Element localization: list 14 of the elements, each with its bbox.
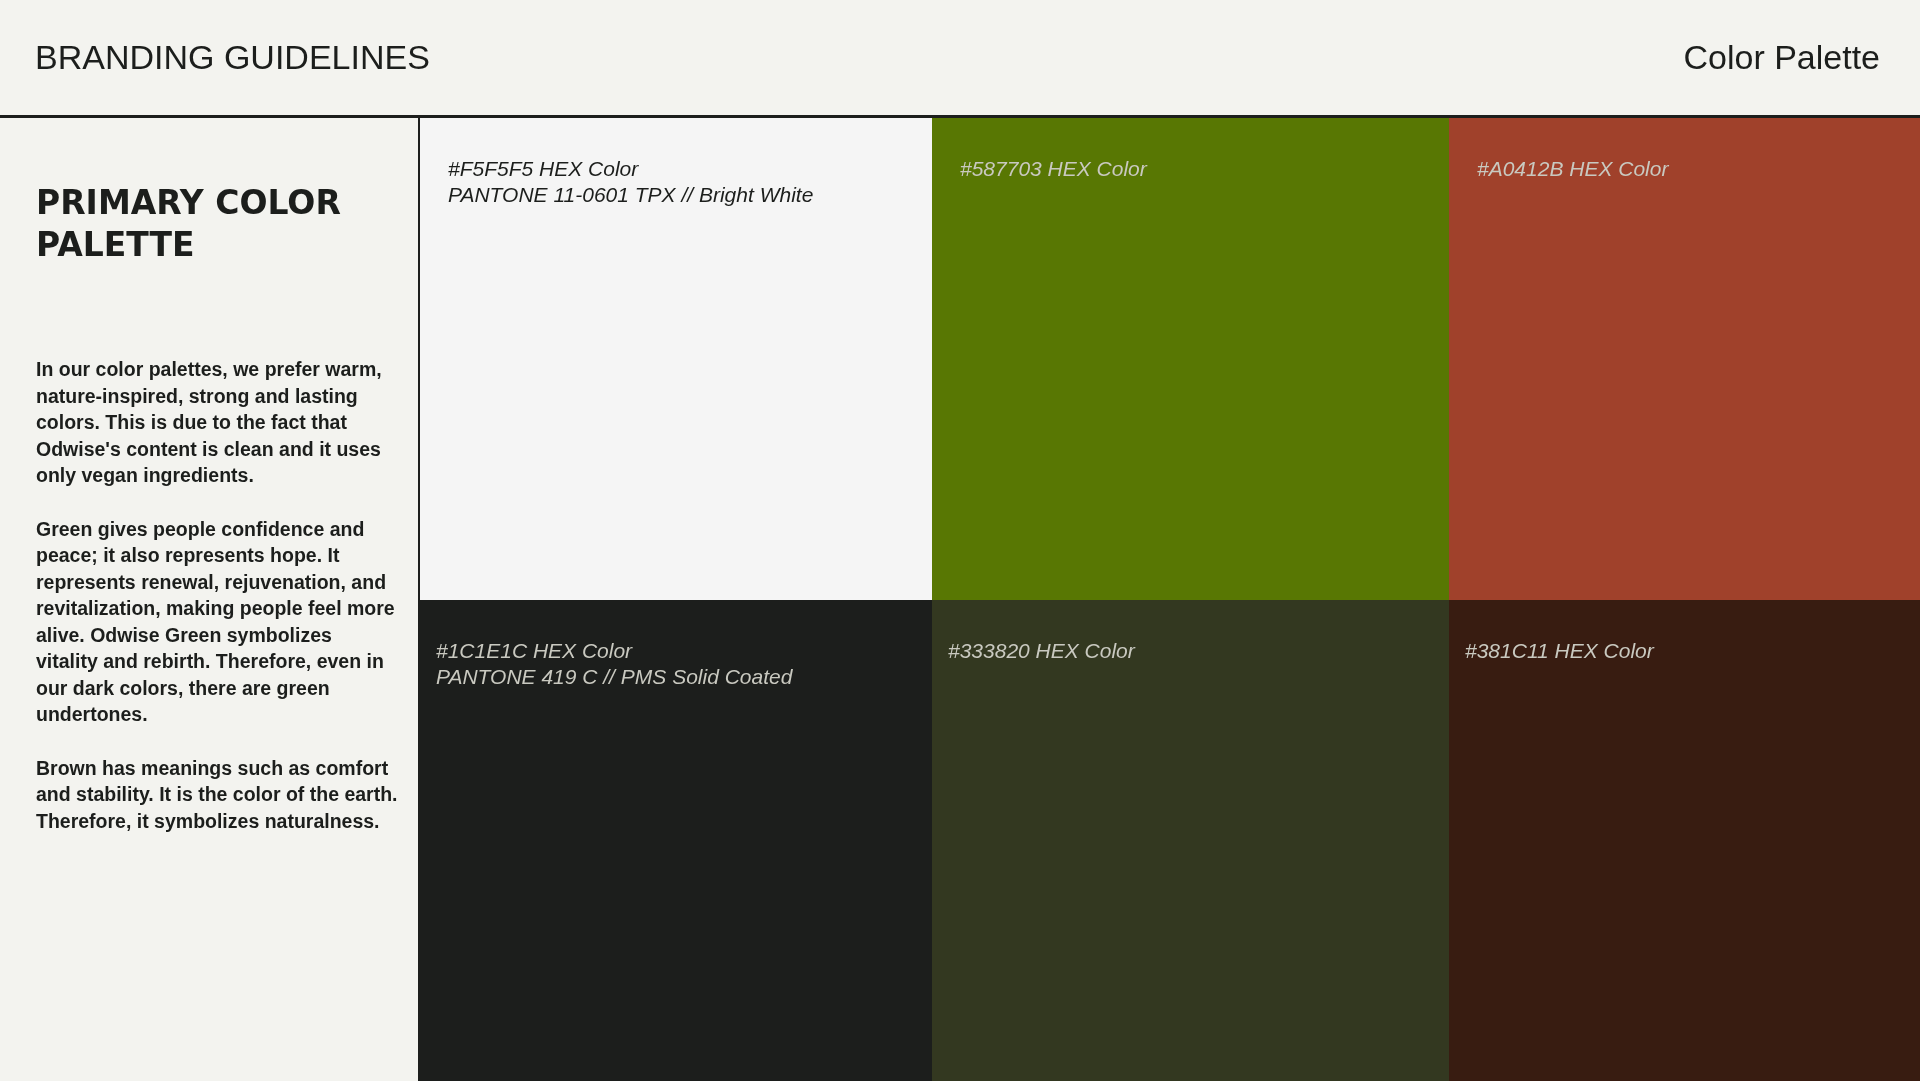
palette-heading: PRIMARY COLOR PALETTE: [36, 182, 342, 266]
description-paragraph: Brown has meanings such as comfort and stability. It is the color of the earth. Therefore, it symbolizes naturalness.: [36, 755, 398, 834]
color-label: #1C1E1C HEX Color: [436, 638, 634, 664]
description-paragraph: In our color palettes, we prefer warm, nature-inspired, strong and lasting colors. This is due to the fact that Odwise's content is clean and it uses only vegan ingredients.: [36, 357, 383, 488]
color-label: #333820 HEX Color: [948, 638, 1137, 664]
document-title: BRANDING GUIDELINES: [35, 38, 430, 77]
description-paragraph: Green gives people confidence and peace; it also represents hope. It represents renewal, rejuvenation, and revitalization, making people feel more alive. Odwise Green symbolizes vitality and rebirth. Therefore, even in our dark colors, there are green undertones.: [36, 516, 396, 727]
color-label: #381C11 HEX Color: [1465, 638, 1656, 664]
color-label: PANTONE 419 C // PMS Solid Coated: [436, 664, 794, 690]
color-label: #F5F5F5 HEX Color: [448, 156, 640, 182]
color-label: #A0412B HEX Color: [1477, 156, 1670, 182]
color-label: #587703 HEX Color: [960, 156, 1149, 182]
section-title: Color Palette: [1683, 38, 1880, 77]
color-label: PANTONE 11-0601 TPX // Bright White: [448, 182, 815, 208]
